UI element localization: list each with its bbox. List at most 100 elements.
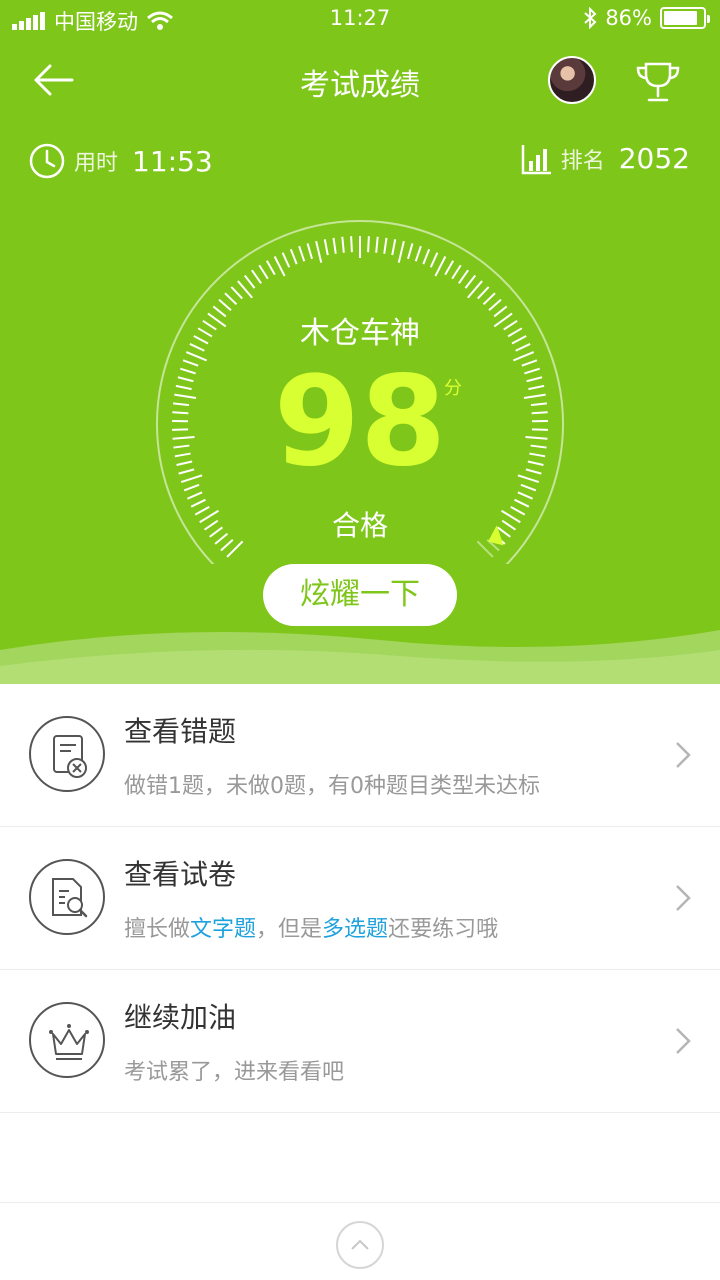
gauge-tick [332, 237, 337, 254]
gauge-tick [526, 376, 543, 383]
gauge-tick [477, 286, 490, 300]
gauge-tick [180, 367, 196, 375]
gauge-tick [180, 474, 203, 484]
gauge-tick [230, 286, 243, 300]
gauge-tick [177, 376, 194, 383]
gauge-tick [530, 402, 547, 407]
strong-topic-link: 文字题 [190, 917, 257, 942]
gauge-tick [173, 402, 190, 407]
wrong-answers-icon [53, 735, 87, 778]
gauge-tick [176, 460, 193, 466]
gauge-tick [289, 248, 298, 265]
gauge-tick [531, 428, 548, 431]
gauge-tick [174, 393, 197, 400]
menu-icon-circle [29, 1002, 105, 1078]
gauge-tick [429, 252, 439, 268]
gauge-tick [391, 239, 397, 256]
gauge-tick [531, 411, 548, 415]
battery-percent: 86% [605, 6, 652, 30]
result-menu: 查看错题 做错1题，未做0题，有0种题目类型未达标 查看试卷 擅长做文字题，但是… [0, 684, 720, 1113]
gauge-tick [434, 256, 447, 277]
gauge-tick [524, 367, 540, 375]
gauge-tick [185, 351, 208, 362]
gauge-tick [187, 491, 203, 500]
gauge-tick [458, 269, 469, 284]
gauge-tick [178, 468, 195, 475]
nav-bar: 考试成绩 [0, 40, 720, 120]
menu-icon-circle [29, 716, 105, 792]
paper-search-icon [52, 878, 88, 918]
time-used: 用时 11:53 [28, 142, 213, 180]
status-right: 86% [583, 6, 710, 30]
chevron-right-icon [676, 1028, 691, 1054]
scroll-up-button[interactable] [336, 1221, 384, 1269]
bar-chart-icon [521, 144, 551, 174]
gauge-tick [383, 237, 388, 254]
gauge-tick [528, 384, 545, 391]
user-name: 木仓车神 [300, 316, 420, 351]
gauge-tick [525, 436, 548, 440]
subtitle-text: 擅长做 [124, 917, 191, 942]
gauge-tick [367, 236, 370, 253]
menu-title: 查看错题 [124, 715, 237, 748]
menu-item-keep-going[interactable]: 继续加油 考试累了，进来看看吧 [0, 970, 720, 1113]
gauge-tick [183, 483, 200, 492]
rank-value: 2052 [618, 142, 690, 175]
score-unit: 分 [444, 378, 462, 399]
gauge-tick [512, 351, 535, 362]
status-bar: 中国移动 11:27 86% [0, 0, 720, 40]
menu-item-view-paper[interactable]: 查看试卷 擅长做文字题，但是多选题还要练习哦 [0, 827, 720, 970]
gauge-tick [517, 474, 540, 484]
menu-icon-circle [29, 859, 105, 935]
gauge-tick [517, 491, 533, 500]
battery-level [664, 11, 697, 25]
gauge-tick [172, 411, 189, 415]
gauge-tick [258, 264, 269, 280]
pass-status: 合格 [331, 509, 388, 542]
gauge-tick [173, 444, 190, 449]
gauge-tick [281, 252, 291, 268]
trophy-icon [636, 62, 680, 102]
gauge-tick [172, 436, 195, 440]
gauge-tick [174, 452, 191, 458]
bluetooth-icon [584, 7, 597, 29]
time-value: 11:53 [132, 144, 213, 178]
gauge-tick [323, 239, 329, 256]
battery-icon [660, 7, 710, 29]
gauge-tick [273, 256, 286, 277]
gauge-tick [482, 292, 496, 306]
wave-decoration [0, 630, 720, 684]
gauge-tick [265, 260, 276, 276]
gauge-tick [520, 483, 537, 492]
gauge-tick [306, 243, 313, 260]
gauge-tick [451, 264, 462, 280]
gauge-tick [464, 274, 477, 289]
result-hero: 中国移动 11:27 86% 考试成绩 用时 11:53 排名 2052 木仓车… [0, 0, 720, 684]
gauge-tick [182, 359, 199, 367]
menu-subtitle: 擅长做文字题，但是多选题还要练习哦 [124, 911, 498, 943]
score-value: 98 [273, 350, 447, 494]
gauge-tick [444, 260, 455, 276]
gauge-tick [251, 269, 262, 284]
menu-title: 继续加油 [124, 1001, 237, 1034]
subtitle-text: 还要练习哦 [388, 917, 499, 942]
gauge-tick [407, 243, 414, 260]
time-label: 用时 [74, 151, 119, 176]
menu-subtitle: 考试累了，进来看看吧 [124, 1060, 345, 1085]
avatar[interactable] [548, 56, 596, 104]
clock-icon [29, 143, 65, 179]
gauge-tick [523, 393, 546, 400]
gauge-tick [422, 248, 431, 265]
gauge-tick [172, 428, 189, 431]
menu-subtitle: 做错1题，未做0题，有0种题目类型未达标 [124, 774, 540, 799]
menu-item-wrong-answers[interactable]: 查看错题 做错1题，未做0题，有0种题目类型未达标 [0, 684, 720, 827]
page-title: 考试成绩 [300, 68, 420, 103]
gauge-tick [341, 236, 345, 253]
gauge-tick [224, 292, 238, 306]
subtitle-text: ，但是 [256, 917, 323, 942]
gauge-tick [243, 274, 256, 289]
trophy-button[interactable] [634, 60, 682, 104]
weak-topic-link: 多选题 [322, 917, 389, 942]
gauge-tick [298, 245, 306, 262]
bottom-bar [0, 1202, 720, 1280]
